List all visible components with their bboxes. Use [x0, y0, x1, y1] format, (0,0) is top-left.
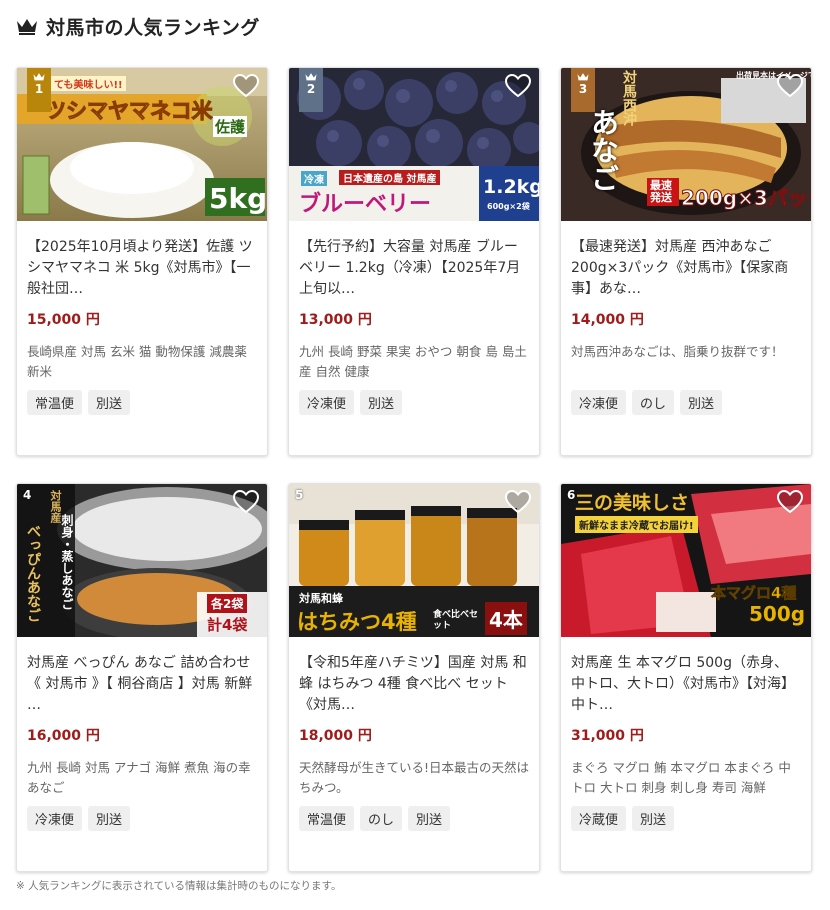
heart-icon[interactable] — [233, 74, 259, 98]
product-price: 15,000 円 — [27, 312, 100, 328]
product-image[interactable]: 冷凍 日本遺産の島 対馬産 ブルーベリー 1.2kg 600g×2袋 2 — [289, 68, 539, 221]
image-caption-d: 4本 — [485, 602, 527, 635]
chip-noshi: のし — [360, 806, 403, 831]
chip-separate: 別送 — [360, 390, 403, 415]
image-caption-c: 本マグロ4種 — [711, 584, 797, 603]
image-caption-e: 計4袋 — [207, 616, 248, 634]
product-image[interactable]: ても美味しい!! ツシマヤマネコ米 佐護 5kg 1 — [17, 68, 267, 221]
image-caption-d: 各2袋 — [207, 594, 248, 613]
page-title: 対馬市の人気ランキング — [46, 16, 260, 39]
image-caption-a: 冷凍 — [301, 171, 327, 186]
chip-separate: 別送 — [680, 390, 723, 415]
rank-number: 4 — [23, 488, 32, 502]
ranking-note: ※ 人気ランキングに表示されている情報は集計時のものになります。 — [16, 880, 342, 892]
shipping-chips: 冷凍便 のし 別送 — [571, 390, 801, 415]
chip-noshi: のし — [632, 390, 675, 415]
image-caption-c: 食べ比べセット — [433, 610, 479, 631]
crown-icon — [577, 73, 589, 81]
image-caption-a: 三の美味しさ — [575, 492, 690, 514]
image-caption-a: 対馬和蜂 — [299, 592, 343, 605]
image-caption-b: あなご — [587, 108, 620, 192]
image-caption-d: 5kg — [209, 182, 267, 215]
rank-badge: 3 — [571, 68, 595, 112]
rank-badge: 4 — [23, 488, 31, 532]
heart-icon[interactable] — [505, 74, 531, 98]
shipping-chips: 常温便 のし 別送 — [299, 806, 529, 831]
product-title[interactable]: 【最速発送】対馬産 西沖あなご 200g×3パック《対馬市》【保家商事】あな… — [571, 237, 801, 300]
product-price: 31,000 円 — [571, 728, 644, 744]
image-caption-d: 500g — [749, 602, 806, 626]
image-caption-c: べっぴんあなご — [25, 524, 41, 622]
image-caption-e: 600g×2袋 — [487, 202, 530, 211]
product-price: 18,000 円 — [299, 728, 372, 744]
product-tags: 九州 長崎 対馬 アナゴ 海鮮 煮魚 海の幸 あなご — [27, 760, 251, 795]
chip-separate: 別送 — [408, 806, 451, 831]
rank-number: 6 — [567, 488, 576, 502]
chip-shipping-type: 冷凍便 — [571, 390, 627, 415]
crown-icon — [305, 73, 317, 81]
product-tags: 長崎県産 対馬 玄米 猫 動物保護 減農薬 新米 — [27, 344, 247, 379]
shipping-chips: 冷凍便 別送 — [27, 806, 257, 831]
rank-badge: 2 — [299, 68, 323, 112]
chip-shipping-type: 常温便 — [299, 806, 355, 831]
image-caption-c: ブルーベリー — [299, 192, 432, 217]
heart-icon[interactable] — [505, 490, 531, 514]
chip-separate: 別送 — [88, 806, 131, 831]
image-caption-b: はちみつ4種 — [297, 610, 417, 634]
product-price: 13,000 円 — [299, 312, 372, 328]
rank-number: 3 — [578, 82, 588, 96]
rank-badge: 1 — [27, 68, 51, 112]
image-caption-d: 1.2kg — [483, 176, 539, 198]
image-caption-b: 刺身・蒸しあなご — [60, 514, 74, 610]
ranking-header: 対馬市の人気ランキング — [16, 12, 260, 40]
rank-number: 2 — [306, 82, 316, 96]
chip-shipping-type: 冷凍便 — [299, 390, 355, 415]
product-title[interactable]: 対馬産 生 本マグロ 500g（赤身、中トロ、大トロ）《対馬市》【対海】中ト… — [571, 653, 801, 716]
image-caption-b: 新鮮なまま冷蔵でお届け! — [575, 516, 698, 533]
product-image[interactable]: 三の美味しさ 新鮮なまま冷蔵でお届け! 本マグロ4種 500g 6 — [561, 484, 811, 637]
chip-shipping-type: 冷凍便 — [27, 806, 83, 831]
product-tags: まぐろ マグロ 鮪 本マグロ 本まぐろ 中トロ 大トロ 刺身 刺し身 寿司 海鮮 — [571, 760, 791, 795]
chip-shipping-type: 冷蔵便 — [571, 806, 627, 831]
product-title[interactable]: 対馬産 べっぴん あなご 詰め合わせ《 対馬市 》【 桐谷商店 】対馬 新鮮 … — [27, 653, 257, 716]
product-image[interactable]: 対馬産 刺身・蒸しあなご べっぴんあなご 各2袋 計4袋 4 — [17, 484, 267, 637]
image-caption-b: ツシマヤマネコ米 — [45, 99, 214, 124]
image-caption-b: 日本遺産の島 対馬産 — [339, 170, 441, 185]
product-tags: 天然酵母が生きている!日本最古の天然はちみつ。 — [299, 760, 530, 795]
rank-badge: 5 — [295, 488, 303, 532]
chip-separate: 別送 — [88, 390, 131, 415]
product-image[interactable]: 対馬西沖 あなご 最速発送 200g×3パック 出荷見本はイメージです 3 — [561, 68, 811, 221]
ranking-card-2[interactable]: 冷凍 日本遺産の島 対馬産 ブルーベリー 1.2kg 600g×2袋 2 【先行… — [288, 67, 540, 456]
image-caption-d: 200g×3パック — [681, 186, 811, 211]
chip-separate: 別送 — [632, 806, 675, 831]
chip-shipping-type: 常温便 — [27, 390, 83, 415]
ranking-card-5[interactable]: 対馬和蜂 はちみつ4種 食べ比べセット 4本 5 【令和5年産ハチミツ】国産 対… — [288, 483, 540, 872]
ranking-card-4[interactable]: 対馬産 刺身・蒸しあなご べっぴんあなご 各2袋 計4袋 4 対馬産 べっぴん … — [16, 483, 268, 872]
rank-number: 1 — [34, 82, 44, 96]
product-title[interactable]: 【令和5年産ハチミツ】国産 対馬 和蜂 はちみつ 4種 食べ比べ セット《対馬… — [299, 653, 529, 716]
crown-icon — [17, 19, 37, 35]
image-caption-c: 佐護 — [213, 116, 248, 137]
product-price: 14,000 円 — [571, 312, 644, 328]
ranking-card-1[interactable]: ても美味しい!! ツシマヤマネコ米 佐護 5kg 1 【2025年10月頃より発… — [16, 67, 268, 456]
image-caption-c: 最速発送 — [647, 178, 679, 206]
shipping-chips: 常温便 別送 — [27, 390, 257, 415]
crown-icon — [33, 73, 45, 81]
rank-number: 5 — [295, 488, 304, 502]
product-title[interactable]: 【2025年10月頃より発送】佐護 ツシマヤマネコ 米 5kg《対馬市》【一般社… — [27, 237, 257, 300]
heart-icon[interactable] — [777, 74, 803, 98]
ranking-card-6[interactable]: 三の美味しさ 新鮮なまま冷蔵でお届け! 本マグロ4種 500g 6 対馬産 生 … — [560, 483, 812, 872]
ranking-card-3[interactable]: 対馬西沖 あなご 最速発送 200g×3パック 出荷見本はイメージです 3 【最… — [560, 67, 812, 456]
rank-badge: 6 — [567, 488, 575, 532]
product-tags: 対馬西沖あなごは、脂乗り抜群です！ — [571, 344, 784, 359]
product-image[interactable]: 対馬和蜂 はちみつ4種 食べ比べセット 4本 5 — [289, 484, 539, 637]
heart-icon[interactable] — [777, 490, 803, 514]
product-tags: 九州 長崎 野菜 果実 おやつ 朝食 島 島土産 自然 健康 — [299, 344, 527, 379]
image-caption-a: ても美味しい!! — [51, 76, 126, 91]
heart-icon[interactable] — [233, 490, 259, 514]
product-price: 16,000 円 — [27, 728, 100, 744]
shipping-chips: 冷凍便 別送 — [299, 390, 529, 415]
product-title[interactable]: 【先行予約】大容量 対馬産 ブルーベリー 1.2kg（冷凍）【2025年7月上旬… — [299, 237, 529, 300]
shipping-chips: 冷蔵便 別送 — [571, 806, 801, 831]
